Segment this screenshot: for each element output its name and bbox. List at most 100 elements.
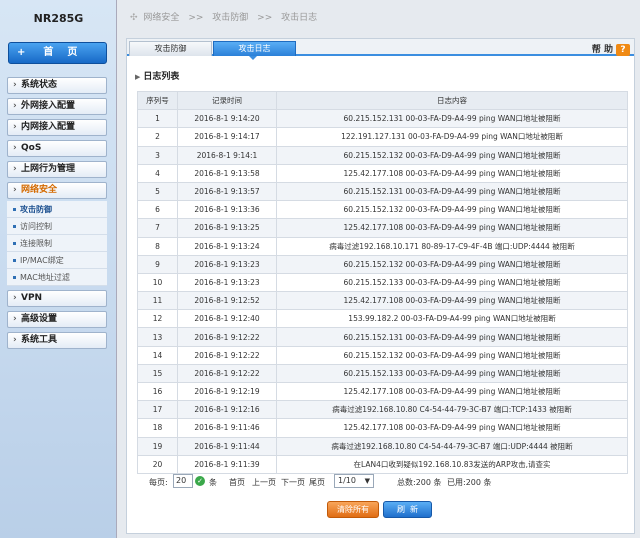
triangle-right-icon: ▶ <box>135 73 140 81</box>
tab-attack-log[interactable]: 攻击日志 <box>213 41 296 56</box>
sidebar-item-behavior-mgmt[interactable]: ›上网行为管理 <box>7 161 107 178</box>
row-time: 2016-8-1 9:13:23 <box>178 255 277 273</box>
breadcrumb-separator: >> <box>188 13 203 23</box>
page-select-value: 1/10 <box>338 475 356 487</box>
page-select[interactable]: 1/10 ▼ <box>334 474 374 488</box>
row-time: 2016-8-1 9:13:57 <box>178 182 277 200</box>
chevron-right-icon: › <box>13 333 21 348</box>
table-row: 142016-8-1 9:12:2260.215.152.132 00-03-F… <box>138 346 628 364</box>
per-page-label: 每页: <box>149 477 168 488</box>
breadcrumb-separator: >> <box>257 13 272 23</box>
row-time: 2016-8-1 9:14:17 <box>178 128 277 146</box>
breadcrumb-item: 网络安全 <box>143 13 179 23</box>
sidebar-item-label: 内网接入配置 <box>21 122 75 132</box>
sidebar-item-label: 系统工具 <box>21 335 57 345</box>
table-row: 132016-8-1 9:12:2260.215.152.131 00-03-F… <box>138 328 628 346</box>
row-index: 19 <box>138 437 178 455</box>
table-row: 82016-8-1 9:13:24病毒过滤192.168.10.171 80-8… <box>138 237 628 255</box>
tab-bar: 攻击防御 攻击日志 帮 助? <box>127 39 634 56</box>
column-header-index: 序列号 <box>138 92 178 110</box>
bullet-icon <box>13 276 16 279</box>
chevron-right-icon: › <box>13 141 21 156</box>
submenu-item-connection-limit[interactable]: 连接限制 <box>7 235 107 252</box>
table-row: 52016-8-1 9:13:5760.215.152.131 00-03-FA… <box>138 182 628 200</box>
help-label: 帮 助 <box>592 45 613 55</box>
row-time: 2016-8-1 9:11:39 <box>178 455 277 473</box>
chevron-right-icon: › <box>13 120 21 135</box>
row-index: 11 <box>138 292 178 310</box>
row-index: 13 <box>138 328 178 346</box>
table-row: 92016-8-1 9:13:2360.215.152.132 00-03-FA… <box>138 255 628 273</box>
confirm-check-icon[interactable]: ✓ <box>195 476 205 486</box>
sidebar-item-advanced[interactable]: ›高级设置 <box>7 311 107 328</box>
next-page-link[interactable]: 下一页 <box>281 477 305 488</box>
row-index: 10 <box>138 273 178 291</box>
row-index: 1 <box>138 110 178 128</box>
chevron-right-icon: › <box>13 312 21 327</box>
row-content: 125.42.177.108 00-03-FA-D9-A4-99 ping WA… <box>277 219 628 237</box>
table-row: 62016-8-1 9:13:3660.215.152.132 00-03-FA… <box>138 201 628 219</box>
row-time: 2016-8-1 9:12:22 <box>178 328 277 346</box>
row-time: 2016-8-1 9:13:24 <box>178 237 277 255</box>
row-content: 病毒过滤192.168.10.80 C4-54-44-79-3C-B7 端口:U… <box>277 437 628 455</box>
prev-page-link[interactable]: 上一页 <box>252 477 276 488</box>
per-page-input[interactable]: 20 <box>173 474 193 488</box>
chevron-down-icon: › <box>13 183 21 198</box>
main-panel: 攻击防御 攻击日志 帮 助? ▶日志列表 序列号 记录时间 日志内容 12016… <box>126 38 635 534</box>
sidebar-item-label: 高级设置 <box>21 314 57 324</box>
row-content: 60.215.152.131 00-03-FA-D9-A4-99 ping WA… <box>277 182 628 200</box>
table-row: 42016-8-1 9:13:58125.42.177.108 00-03-FA… <box>138 164 628 182</box>
row-time: 2016-8-1 9:12:19 <box>178 383 277 401</box>
sidebar-item-label: 外网接入配置 <box>21 101 75 111</box>
clear-all-button[interactable]: 清除所有 <box>327 501 379 518</box>
row-content: 60.215.152.133 00-03-FA-D9-A4-99 ping WA… <box>277 273 628 291</box>
row-time: 2016-8-1 9:12:16 <box>178 401 277 419</box>
sidebar-item-lan-config[interactable]: ›内网接入配置 <box>7 119 107 136</box>
table-row: 102016-8-1 9:13:2360.215.152.133 00-03-F… <box>138 273 628 291</box>
bullet-icon <box>13 259 16 262</box>
submenu-item-ip-mac-binding[interactable]: IP/MAC绑定 <box>7 252 107 269</box>
table-row: 22016-8-1 9:14:17122.191.127.131 00-03-F… <box>138 128 628 146</box>
first-page-link[interactable]: 首页 <box>229 477 245 488</box>
row-content: 病毒过滤192.168.10.80 C4-54-44-79-3C-B7 端口:T… <box>277 401 628 419</box>
submenu-item-attack-defense[interactable]: 攻击防御 <box>7 201 107 218</box>
row-content: 60.215.152.132 00-03-FA-D9-A4-99 ping WA… <box>277 346 628 364</box>
table-row: 122016-8-1 9:12:40153.99.182.2 00-03-FA-… <box>138 310 628 328</box>
last-page-link[interactable]: 尾页 <box>309 477 325 488</box>
dropdown-arrow-icon: ▼ <box>365 475 370 487</box>
column-header-content: 日志内容 <box>277 92 628 110</box>
home-button[interactable]: +首 页 <box>8 42 107 64</box>
tab-attack-defense[interactable]: 攻击防御 <box>129 41 212 56</box>
sidebar-item-vpn[interactable]: ›VPN <box>7 290 107 307</box>
table-row: 112016-8-1 9:12:52125.42.177.108 00-03-F… <box>138 292 628 310</box>
table-row: 182016-8-1 9:11:46125.42.177.108 00-03-F… <box>138 419 628 437</box>
sidebar-item-qos[interactable]: ›QoS <box>7 140 107 157</box>
row-content: 122.191.127.131 00-03-FA-D9-A4-99 ping W… <box>277 128 628 146</box>
sidebar-item-system-status[interactable]: ›系统状态 <box>7 77 107 94</box>
submenu-item-mac-filter[interactable]: MAC地址过滤 <box>7 269 107 286</box>
row-content: 60.215.152.132 00-03-FA-D9-A4-99 ping WA… <box>277 146 628 164</box>
row-content: 在LAN4口收到疑似192.168.10.83发送的ARP攻击,请查实 <box>277 455 628 473</box>
used-count: 已用:200 条 <box>447 477 492 488</box>
row-time: 2016-8-1 9:12:40 <box>178 310 277 328</box>
sidebar-item-system-tools[interactable]: ›系统工具 <box>7 332 107 349</box>
section-title: ▶日志列表 <box>135 69 179 82</box>
row-index: 2 <box>138 128 178 146</box>
sidebar-item-label: QoS <box>21 143 41 153</box>
row-content: 60.215.152.131 00-03-FA-D9-A4-99 ping WA… <box>277 328 628 346</box>
chevron-right-icon: › <box>13 291 21 306</box>
gear-icon: ✣ <box>130 13 138 23</box>
sidebar-item-wan-config[interactable]: ›外网接入配置 <box>7 98 107 115</box>
row-index: 18 <box>138 419 178 437</box>
sidebar-item-network-security[interactable]: ›网络安全 <box>7 182 107 199</box>
submenu-item-access-control[interactable]: 访问控制 <box>7 218 107 235</box>
active-tab-caret <box>249 56 257 60</box>
help-icon: ? <box>616 44 630 56</box>
breadcrumb: ✣ 网络安全 >> 攻击防御 >> 攻击日志 <box>130 10 317 23</box>
row-time: 2016-8-1 9:14:20 <box>178 110 277 128</box>
submenu-label: MAC地址过滤 <box>20 273 70 282</box>
row-time: 2016-8-1 9:13:23 <box>178 273 277 291</box>
help-button[interactable]: 帮 助? <box>592 42 630 56</box>
refresh-button[interactable]: 刷 新 <box>383 501 432 518</box>
submenu: 攻击防御 访问控制 连接限制 IP/MAC绑定 MAC地址过滤 <box>7 201 107 286</box>
